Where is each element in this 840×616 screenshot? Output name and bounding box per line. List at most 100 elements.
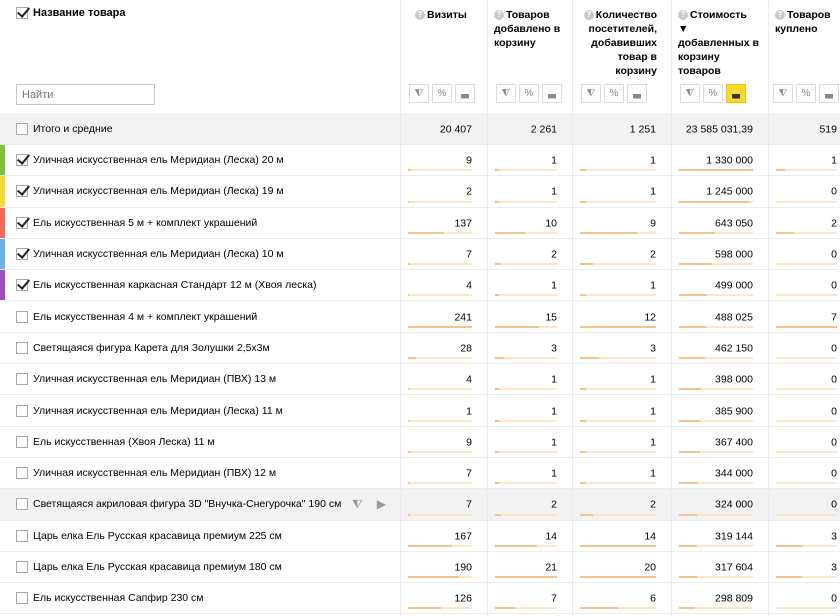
name-column-title[interactable]: Название товара [33,7,126,19]
table-row[interactable]: Светящаяся фигура Карета для Золушки 2,5… [0,333,840,365]
row-label[interactable]: Уличная искусственная ель Меридиан (Леск… [16,395,283,425]
product-name: Ель искусственная Сапфир 230 см [33,592,204,605]
metric-title-text[interactable]: Количество посетителей, добавивших товар… [589,9,657,77]
row-checkbox[interactable] [16,248,28,261]
percent-button[interactable]: % [604,84,624,103]
row-label[interactable]: Уличная искусственная ель Меридиан (Леск… [16,176,284,206]
row-label[interactable]: Итого и средние [16,113,113,144]
chart-bars-button[interactable]: ▃ [542,84,562,103]
filter-button[interactable]: ⧨ [409,84,429,103]
metric-bar-track [580,513,656,516]
row-label[interactable]: Уличная искусственная ель Меридиан (ПВХ)… [16,458,276,488]
row-checkbox[interactable] [16,279,28,292]
metric-bar-track [580,231,656,234]
metric-bar-track [580,357,656,360]
info-icon[interactable]: ? [775,10,785,21]
chart-bars-button[interactable]: ▃ [455,84,475,103]
info-icon[interactable]: ? [678,10,688,21]
metric-bar-fill [679,325,707,328]
chart-bars-button[interactable]: ▃ [726,84,746,103]
metric-cell: 0 [776,270,837,300]
metric-title[interactable]: ? Количество посетителей, добавивших това… [577,8,657,78]
table-row[interactable]: Уличная искусственная ель Меридиан (Леск… [0,176,840,208]
table-row[interactable]: Ель искусственная 5 м + комплект украшен… [0,207,840,239]
metric-bar-fill [580,482,587,485]
table-row[interactable]: Царь елка Ель Русская красавица премиум … [0,521,840,552]
table-row[interactable]: Уличная искусственная ель Меридиан (Леск… [0,238,840,271]
table-row[interactable]: Светящаяся акриловая фигура 3D "Внучка-С… [0,489,840,521]
row-checkbox[interactable] [16,216,28,229]
row-label[interactable]: Ель искусственная 5 м + комплект украшен… [16,208,257,238]
row-checkbox[interactable] [16,529,28,542]
metric-title[interactable]: ? Товаров куплено [775,8,835,36]
row-checkbox[interactable] [16,341,28,354]
row-checkbox[interactable] [16,404,28,417]
row-label[interactable]: Уличная искусственная ель Меридиан (Леск… [16,145,284,175]
row-checkbox[interactable] [16,185,28,198]
table-row[interactable]: Ель искусственная 4 м + комплект украшен… [0,301,840,333]
table-row[interactable]: Ель искусственная Сапфир 230 см 126 7 6 298 … [0,583,840,615]
metric-bar-fill [679,544,697,547]
filter-button[interactable]: ⧨ [581,84,601,103]
row-label[interactable]: Ель искусственная 4 м + комплект украшен… [16,301,257,331]
play-icon[interactable]: ▶ [377,497,386,511]
row-checkbox[interactable] [16,310,28,323]
metric-title[interactable]: ? Визиты [415,8,485,22]
metric-bar-track [408,294,472,297]
row-label[interactable]: Ель искусственная (Хвоя Леска) 11 м [16,427,215,457]
info-icon[interactable]: ? [494,10,504,21]
info-icon[interactable]: ? [583,10,594,21]
totals-row[interactable]: Итого и средние 20 407 2 261 1 251 23 585 03… [0,113,840,145]
row-label[interactable]: Царь елка Ель Русская красавица премиум … [16,521,282,551]
metric-value: 10 [545,217,557,230]
metric-title[interactable]: ? Товаров добавлено в корзину [494,8,562,50]
chart-bars-button[interactable]: ▃ [627,84,647,103]
table-row[interactable]: Ель искусственная каркасная Стандарт 12 … [0,270,840,302]
table-row[interactable]: Ель искусственная (Хвоя Леска) 11 м 9 1 1 36… [0,427,840,458]
percent-button[interactable]: % [703,84,723,103]
row-checkbox[interactable] [16,498,28,511]
percent-button[interactable]: % [796,84,816,103]
table-row[interactable]: Уличная искусственная ель Меридиан (ПВХ)… [0,458,840,490]
row-label[interactable]: Царь елка Ель Русская красавица премиум … [16,552,282,582]
table-row[interactable]: Уличная искусственная ель Меридиан (Леск… [0,395,840,427]
row-checkbox[interactable] [16,122,28,135]
table-row[interactable]: Уличная искусственная ель Меридиан (ПВХ)… [0,364,840,396]
row-checkbox[interactable] [16,592,28,605]
filter-button[interactable]: ⧨ [773,84,793,103]
percent-button[interactable]: % [519,84,539,103]
metric-title-text[interactable]: Стоимость ▼ добавленных в корзину товаро… [678,9,759,77]
percent-button[interactable]: % [432,84,452,103]
row-label[interactable]: Ель искусственная Сапфир 230 см [16,583,204,613]
metric-title[interactable]: ? Стоимость ▼ добавленных в корзину товар… [678,8,760,78]
chart-bars-button[interactable]: ▃ [819,84,839,103]
select-all-checkbox[interactable] [16,7,28,19]
row-label[interactable]: Ель искусственная каркасная Стандарт 12 … [16,270,317,300]
series-color-marker [0,176,5,207]
table-row[interactable]: Уличная искусственная ель Меридиан (Леск… [0,145,840,177]
filter-button[interactable]: ⧨ [496,84,516,103]
row-label[interactable]: Уличная искусственная ель Меридиан (ПВХ)… [16,364,276,394]
row-checkbox[interactable] [16,373,28,386]
metric-title-text[interactable]: Визиты [427,9,467,21]
row-checkbox[interactable] [16,561,28,573]
row-label[interactable]: Уличная искусственная ель Меридиан (Леск… [16,239,284,269]
metric-cell: 3 [495,333,557,363]
table-row[interactable]: Царь елка Ель Русская красавица премиум … [0,552,840,584]
metric-value: 398 000 [715,373,753,386]
select-all[interactable]: Название товара [16,7,126,19]
row-label[interactable]: Светящаяся фигура Карета для Золушки 2,5… [16,333,270,363]
info-icon[interactable]: ? [415,10,425,21]
metric-cell: 0 [776,395,837,425]
metric-bar-fill [679,169,753,172]
metric-bar-track [495,482,557,485]
row-checkbox[interactable] [16,435,28,448]
filter-button[interactable]: ⧨ [680,84,700,103]
search-input[interactable] [16,84,155,105]
row-checkbox[interactable] [16,154,28,167]
filter-icon[interactable]: ⧨ [352,497,363,512]
row-checkbox[interactable] [16,467,28,480]
row-label[interactable]: Светящаяся акриловая фигура 3D "Внучка-С… [16,489,341,519]
metric-cell: 2 [580,239,656,269]
metric-bar-fill [495,388,500,391]
